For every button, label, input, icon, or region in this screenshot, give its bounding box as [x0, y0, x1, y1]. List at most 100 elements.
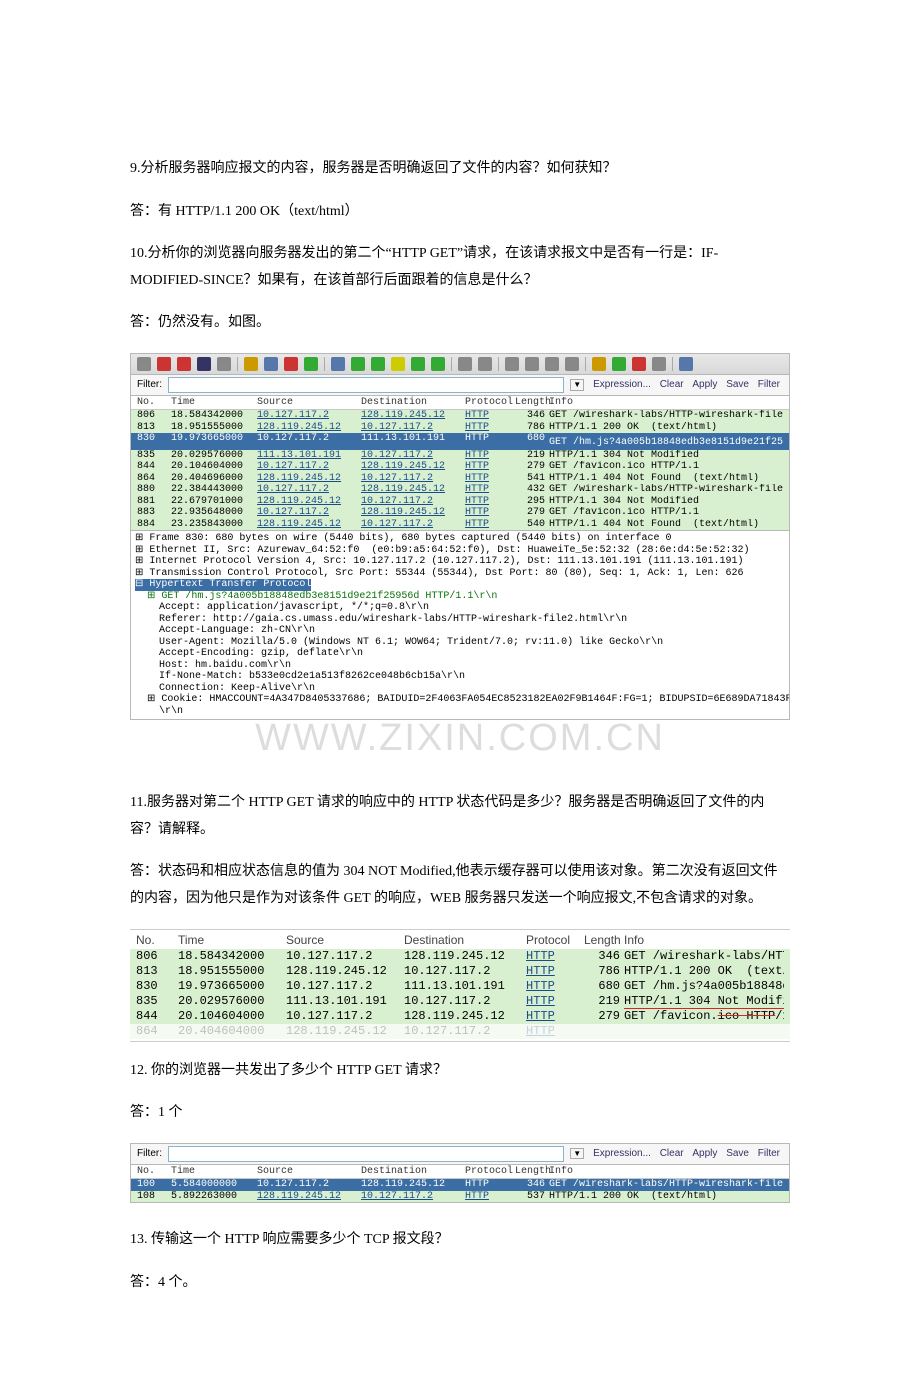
col-length[interactable]: Length	[584, 933, 624, 948]
http-header-line[interactable]: Accept-Language: zh-CN\r\n	[135, 625, 785, 637]
http-get-line[interactable]: ⊞ GET /hm.js?4a005b18848edb3e8151d9e21f2…	[135, 591, 785, 603]
col-destination[interactable]: Destination	[361, 1166, 465, 1178]
http-header-line[interactable]: ⊞ Cookie: HMACCOUNT=4A347D8405337686; BA…	[135, 694, 785, 706]
filter-clear-link[interactable]: Clear	[660, 1148, 684, 1159]
zoom-fit-icon[interactable]	[545, 357, 559, 371]
zoom-in-icon[interactable]	[505, 357, 519, 371]
col-length[interactable]: Length	[515, 397, 549, 409]
col-source[interactable]: Source	[286, 933, 404, 948]
stop-icon[interactable]	[197, 357, 211, 371]
forward-icon[interactable]	[371, 357, 385, 371]
packet-row[interactable]: 86420.404604000128.119.245.1210.127.117.…	[130, 1024, 790, 1039]
col-no[interactable]: No.	[136, 933, 178, 948]
http-header-line[interactable]: Accept: application/javascript, */*;q=0.…	[135, 602, 785, 614]
filter-filter-link[interactable]: Filter	[758, 379, 780, 390]
go-to-icon[interactable]	[411, 357, 425, 371]
col-info[interactable]: Info	[549, 1166, 783, 1178]
packet-row[interactable]: 88022.38444300010.127.117.2128.119.245.1…	[131, 484, 789, 496]
resize-icon[interactable]	[565, 357, 579, 371]
col-no[interactable]: No.	[137, 1166, 171, 1178]
filter-input[interactable]	[168, 377, 564, 393]
packet-row[interactable]: 84420.10460400010.127.117.2128.119.245.1…	[131, 461, 789, 473]
capture-filters-icon[interactable]	[592, 357, 606, 371]
detail-line[interactable]: ⊞ Transmission Control Protocol, Src Por…	[135, 568, 785, 580]
top-icon[interactable]	[431, 357, 445, 371]
filter-input[interactable]	[168, 1146, 564, 1162]
filter-dropdown-icon[interactable]: ▼	[570, 379, 584, 390]
packet-row[interactable]: 80618.58434200010.127.117.2128.119.245.1…	[131, 410, 789, 422]
col-source[interactable]: Source	[257, 1166, 361, 1178]
prefs-icon[interactable]	[652, 357, 666, 371]
coloring-icon[interactable]	[632, 357, 646, 371]
file-open-icon[interactable]	[244, 357, 258, 371]
packet-row[interactable]: 83019.97366500010.127.117.2111.13.101.19…	[131, 433, 789, 449]
packet-row[interactable]: 81318.951555000128.119.245.1210.127.117.…	[131, 422, 789, 434]
filter-save-link[interactable]: Save	[726, 1148, 749, 1159]
col-destination[interactable]: Destination	[404, 933, 526, 948]
http-protocol-header[interactable]: ⊟ Hypertext Transfer Protocol	[135, 579, 311, 591]
col-info[interactable]: Info	[624, 933, 784, 948]
q9-question: 9.分析服务器响应报文的内容，服务器是否明确返回了文件的内容？如何获知？	[130, 156, 790, 183]
col-protocol[interactable]: Protocol	[526, 933, 584, 948]
packet-row[interactable]: 83520.029576000111.13.101.19110.127.117.…	[131, 450, 789, 462]
sheet-icon[interactable]	[217, 357, 231, 371]
detail-line[interactable]: ⊞ Ethernet II, Src: Azurewav_64:52:f0 (e…	[135, 545, 785, 557]
http-header-line[interactable]: Connection: Keep-Alive\r\n	[135, 683, 785, 695]
col-time[interactable]: Time	[178, 933, 286, 948]
packet-row[interactable]: 81318.951555000128.119.245.1210.127.117.…	[130, 964, 790, 979]
http-header-line[interactable]: User-Agent: Mozilla/5.0 (Windows NT 6.1;…	[135, 637, 785, 649]
filter-apply-link[interactable]: Apply	[692, 379, 717, 390]
autoscroll-icon[interactable]	[478, 357, 492, 371]
filter-filter-link[interactable]: Filter	[758, 1148, 780, 1159]
display-filters-icon[interactable]	[612, 357, 626, 371]
col-protocol[interactable]: Protocol	[465, 397, 515, 409]
close-x-icon[interactable]	[284, 357, 298, 371]
find-icon[interactable]	[331, 357, 345, 371]
packet-row[interactable]: 83520.029576000111.13.101.19110.127.117.…	[130, 994, 790, 1009]
packet-list[interactable]: 1005.58400000010.127.117.2128.119.245.12…	[131, 1179, 789, 1202]
packet-row[interactable]: 83019.97366500010.127.117.2111.13.101.19…	[130, 979, 790, 994]
col-destination[interactable]: Destination	[361, 397, 465, 409]
packet-row[interactable]: 80618.58434200010.127.117.2128.119.245.1…	[130, 949, 790, 964]
col-info[interactable]: Info	[549, 397, 783, 409]
http-header-line[interactable]: Accept-Encoding: gzip, deflate\r\n	[135, 648, 785, 660]
http-header-line[interactable]: If-None-Match: b533e0cd2e1a513f8262ce048…	[135, 671, 785, 683]
packet-list[interactable]: 80618.58434200010.127.117.2128.119.245.1…	[130, 949, 790, 1039]
filter-clear-link[interactable]: Clear	[660, 379, 684, 390]
filter-dropdown-icon[interactable]: ▼	[570, 1148, 584, 1159]
col-no[interactable]: No.	[137, 397, 171, 409]
col-protocol[interactable]: Protocol	[465, 1166, 515, 1178]
filter-expression-link[interactable]: Expression...	[593, 379, 651, 390]
back-icon[interactable]	[351, 357, 365, 371]
packet-details-pane[interactable]: ⊞ Frame 830: 680 bytes on wire (5440 bit…	[131, 530, 789, 719]
packet-row[interactable]: 84420.10460400010.127.117.2128.119.245.1…	[130, 1009, 790, 1024]
http-header-line[interactable]: Host: hm.baidu.com\r\n	[135, 660, 785, 672]
circle-record-icon[interactable]	[157, 357, 171, 371]
filter-save-link[interactable]: Save	[726, 379, 749, 390]
file-save-icon[interactable]	[264, 357, 278, 371]
pencil-icon[interactable]	[177, 357, 191, 371]
reload-icon[interactable]	[304, 357, 318, 371]
filter-expression-link[interactable]: Expression...	[593, 1148, 651, 1159]
zoom-out-icon[interactable]	[525, 357, 539, 371]
packet-row[interactable]: 88423.235843000128.119.245.1210.127.117.…	[131, 519, 789, 531]
col-source[interactable]: Source	[257, 397, 361, 409]
http-header-line[interactable]: \r\n	[135, 706, 785, 718]
detail-line[interactable]: ⊞ Frame 830: 680 bytes on wire (5440 bit…	[135, 533, 785, 545]
help-icon[interactable]	[679, 357, 693, 371]
col-time[interactable]: Time	[171, 397, 257, 409]
detail-line[interactable]: ⊞ Internet Protocol Version 4, Src: 10.1…	[135, 556, 785, 568]
packet-row[interactable]: 86420.404696000128.119.245.1210.127.117.…	[131, 473, 789, 485]
filter-apply-link[interactable]: Apply	[692, 1148, 717, 1159]
http-header-line[interactable]: Referer: http://gaia.cs.umass.edu/wiresh…	[135, 614, 785, 626]
jump-icon[interactable]	[391, 357, 405, 371]
col-time[interactable]: Time	[171, 1166, 257, 1178]
packet-row[interactable]: 88122.679701000128.119.245.1210.127.117.…	[131, 496, 789, 508]
packet-row[interactable]: 1005.58400000010.127.117.2128.119.245.12…	[131, 1179, 789, 1191]
packet-list[interactable]: 80618.58434200010.127.117.2128.119.245.1…	[131, 410, 789, 530]
circle-outline-icon[interactable]	[137, 357, 151, 371]
packet-row[interactable]: 88322.93564800010.127.117.2128.119.245.1…	[131, 507, 789, 519]
columns-icon[interactable]	[458, 357, 472, 371]
packet-row[interactable]: 1085.892263000128.119.245.1210.127.117.2…	[131, 1191, 789, 1203]
col-length[interactable]: Length	[515, 1166, 549, 1178]
